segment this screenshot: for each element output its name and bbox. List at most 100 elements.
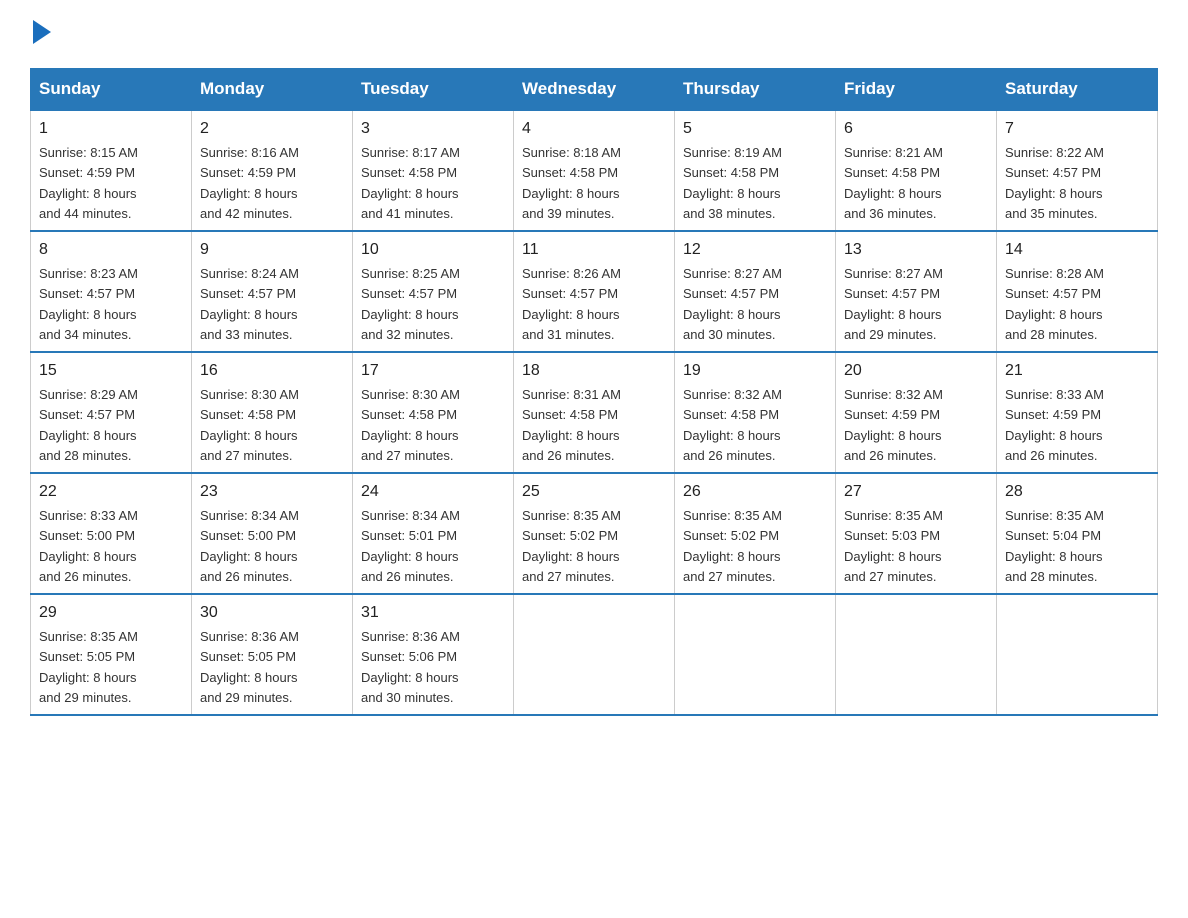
day-info: Sunrise: 8:27 AMSunset: 4:57 PMDaylight:… — [844, 266, 943, 342]
day-number: 16 — [200, 359, 344, 383]
day-header-thursday: Thursday — [675, 69, 836, 111]
day-number: 20 — [844, 359, 988, 383]
week-row-2: 8 Sunrise: 8:23 AMSunset: 4:57 PMDayligh… — [31, 231, 1158, 352]
day-info: Sunrise: 8:35 AMSunset: 5:02 PMDaylight:… — [522, 508, 621, 584]
calendar-cell — [997, 594, 1158, 715]
day-info: Sunrise: 8:31 AMSunset: 4:58 PMDaylight:… — [522, 387, 621, 463]
day-number: 25 — [522, 480, 666, 504]
day-info: Sunrise: 8:36 AMSunset: 5:05 PMDaylight:… — [200, 629, 299, 705]
day-info: Sunrise: 8:25 AMSunset: 4:57 PMDaylight:… — [361, 266, 460, 342]
day-info: Sunrise: 8:33 AMSunset: 4:59 PMDaylight:… — [1005, 387, 1104, 463]
day-info: Sunrise: 8:27 AMSunset: 4:57 PMDaylight:… — [683, 266, 782, 342]
day-info: Sunrise: 8:33 AMSunset: 5:00 PMDaylight:… — [39, 508, 138, 584]
day-info: Sunrise: 8:15 AMSunset: 4:59 PMDaylight:… — [39, 145, 138, 221]
calendar-cell: 4 Sunrise: 8:18 AMSunset: 4:58 PMDayligh… — [514, 110, 675, 231]
day-number: 3 — [361, 117, 505, 141]
calendar-cell — [514, 594, 675, 715]
day-info: Sunrise: 8:23 AMSunset: 4:57 PMDaylight:… — [39, 266, 138, 342]
calendar-table: SundayMondayTuesdayWednesdayThursdayFrid… — [30, 68, 1158, 716]
day-number: 10 — [361, 238, 505, 262]
day-header-saturday: Saturday — [997, 69, 1158, 111]
day-info: Sunrise: 8:17 AMSunset: 4:58 PMDaylight:… — [361, 145, 460, 221]
day-info: Sunrise: 8:24 AMSunset: 4:57 PMDaylight:… — [200, 266, 299, 342]
day-number: 21 — [1005, 359, 1149, 383]
day-info: Sunrise: 8:28 AMSunset: 4:57 PMDaylight:… — [1005, 266, 1104, 342]
day-number: 4 — [522, 117, 666, 141]
day-header-monday: Monday — [192, 69, 353, 111]
day-info: Sunrise: 8:30 AMSunset: 4:58 PMDaylight:… — [361, 387, 460, 463]
calendar-cell: 7 Sunrise: 8:22 AMSunset: 4:57 PMDayligh… — [997, 110, 1158, 231]
calendar-cell: 23 Sunrise: 8:34 AMSunset: 5:00 PMDaylig… — [192, 473, 353, 594]
day-number: 5 — [683, 117, 827, 141]
calendar-cell: 13 Sunrise: 8:27 AMSunset: 4:57 PMDaylig… — [836, 231, 997, 352]
day-number: 11 — [522, 238, 666, 262]
day-info: Sunrise: 8:30 AMSunset: 4:58 PMDaylight:… — [200, 387, 299, 463]
calendar-cell: 19 Sunrise: 8:32 AMSunset: 4:58 PMDaylig… — [675, 352, 836, 473]
calendar-body: 1 Sunrise: 8:15 AMSunset: 4:59 PMDayligh… — [31, 110, 1158, 715]
day-number: 9 — [200, 238, 344, 262]
calendar-cell: 28 Sunrise: 8:35 AMSunset: 5:04 PMDaylig… — [997, 473, 1158, 594]
logo — [30, 20, 51, 48]
day-info: Sunrise: 8:35 AMSunset: 5:02 PMDaylight:… — [683, 508, 782, 584]
day-number: 23 — [200, 480, 344, 504]
day-number: 26 — [683, 480, 827, 504]
calendar-cell: 1 Sunrise: 8:15 AMSunset: 4:59 PMDayligh… — [31, 110, 192, 231]
week-row-4: 22 Sunrise: 8:33 AMSunset: 5:00 PMDaylig… — [31, 473, 1158, 594]
day-number: 24 — [361, 480, 505, 504]
header-row: SundayMondayTuesdayWednesdayThursdayFrid… — [31, 69, 1158, 111]
logo-triangle-icon — [33, 20, 51, 44]
calendar-cell: 3 Sunrise: 8:17 AMSunset: 4:58 PMDayligh… — [353, 110, 514, 231]
calendar-cell: 12 Sunrise: 8:27 AMSunset: 4:57 PMDaylig… — [675, 231, 836, 352]
day-info: Sunrise: 8:32 AMSunset: 4:59 PMDaylight:… — [844, 387, 943, 463]
calendar-cell: 2 Sunrise: 8:16 AMSunset: 4:59 PMDayligh… — [192, 110, 353, 231]
calendar-cell: 10 Sunrise: 8:25 AMSunset: 4:57 PMDaylig… — [353, 231, 514, 352]
calendar-cell: 21 Sunrise: 8:33 AMSunset: 4:59 PMDaylig… — [997, 352, 1158, 473]
week-row-5: 29 Sunrise: 8:35 AMSunset: 5:05 PMDaylig… — [31, 594, 1158, 715]
calendar-cell: 26 Sunrise: 8:35 AMSunset: 5:02 PMDaylig… — [675, 473, 836, 594]
day-info: Sunrise: 8:32 AMSunset: 4:58 PMDaylight:… — [683, 387, 782, 463]
day-info: Sunrise: 8:21 AMSunset: 4:58 PMDaylight:… — [844, 145, 943, 221]
day-number: 12 — [683, 238, 827, 262]
day-info: Sunrise: 8:26 AMSunset: 4:57 PMDaylight:… — [522, 266, 621, 342]
day-info: Sunrise: 8:35 AMSunset: 5:04 PMDaylight:… — [1005, 508, 1104, 584]
day-number: 27 — [844, 480, 988, 504]
calendar-cell: 6 Sunrise: 8:21 AMSunset: 4:58 PMDayligh… — [836, 110, 997, 231]
day-number: 28 — [1005, 480, 1149, 504]
calendar-cell: 22 Sunrise: 8:33 AMSunset: 5:00 PMDaylig… — [31, 473, 192, 594]
calendar-cell: 24 Sunrise: 8:34 AMSunset: 5:01 PMDaylig… — [353, 473, 514, 594]
calendar-cell: 25 Sunrise: 8:35 AMSunset: 5:02 PMDaylig… — [514, 473, 675, 594]
day-number: 31 — [361, 601, 505, 625]
week-row-1: 1 Sunrise: 8:15 AMSunset: 4:59 PMDayligh… — [31, 110, 1158, 231]
day-info: Sunrise: 8:36 AMSunset: 5:06 PMDaylight:… — [361, 629, 460, 705]
day-info: Sunrise: 8:35 AMSunset: 5:05 PMDaylight:… — [39, 629, 138, 705]
day-number: 29 — [39, 601, 183, 625]
calendar-cell: 27 Sunrise: 8:35 AMSunset: 5:03 PMDaylig… — [836, 473, 997, 594]
calendar-cell: 9 Sunrise: 8:24 AMSunset: 4:57 PMDayligh… — [192, 231, 353, 352]
calendar-cell: 5 Sunrise: 8:19 AMSunset: 4:58 PMDayligh… — [675, 110, 836, 231]
day-header-sunday: Sunday — [31, 69, 192, 111]
calendar-cell — [675, 594, 836, 715]
day-number: 1 — [39, 117, 183, 141]
day-info: Sunrise: 8:34 AMSunset: 5:00 PMDaylight:… — [200, 508, 299, 584]
calendar-cell — [836, 594, 997, 715]
day-info: Sunrise: 8:35 AMSunset: 5:03 PMDaylight:… — [844, 508, 943, 584]
calendar-cell: 17 Sunrise: 8:30 AMSunset: 4:58 PMDaylig… — [353, 352, 514, 473]
day-info: Sunrise: 8:34 AMSunset: 5:01 PMDaylight:… — [361, 508, 460, 584]
calendar-cell: 30 Sunrise: 8:36 AMSunset: 5:05 PMDaylig… — [192, 594, 353, 715]
day-number: 8 — [39, 238, 183, 262]
day-number: 7 — [1005, 117, 1149, 141]
calendar-cell: 29 Sunrise: 8:35 AMSunset: 5:05 PMDaylig… — [31, 594, 192, 715]
day-number: 18 — [522, 359, 666, 383]
day-info: Sunrise: 8:16 AMSunset: 4:59 PMDaylight:… — [200, 145, 299, 221]
day-number: 17 — [361, 359, 505, 383]
calendar-cell: 11 Sunrise: 8:26 AMSunset: 4:57 PMDaylig… — [514, 231, 675, 352]
day-number: 13 — [844, 238, 988, 262]
day-info: Sunrise: 8:19 AMSunset: 4:58 PMDaylight:… — [683, 145, 782, 221]
calendar-cell: 8 Sunrise: 8:23 AMSunset: 4:57 PMDayligh… — [31, 231, 192, 352]
calendar-cell: 14 Sunrise: 8:28 AMSunset: 4:57 PMDaylig… — [997, 231, 1158, 352]
day-number: 22 — [39, 480, 183, 504]
day-number: 15 — [39, 359, 183, 383]
day-header-tuesday: Tuesday — [353, 69, 514, 111]
calendar-cell: 16 Sunrise: 8:30 AMSunset: 4:58 PMDaylig… — [192, 352, 353, 473]
day-number: 19 — [683, 359, 827, 383]
